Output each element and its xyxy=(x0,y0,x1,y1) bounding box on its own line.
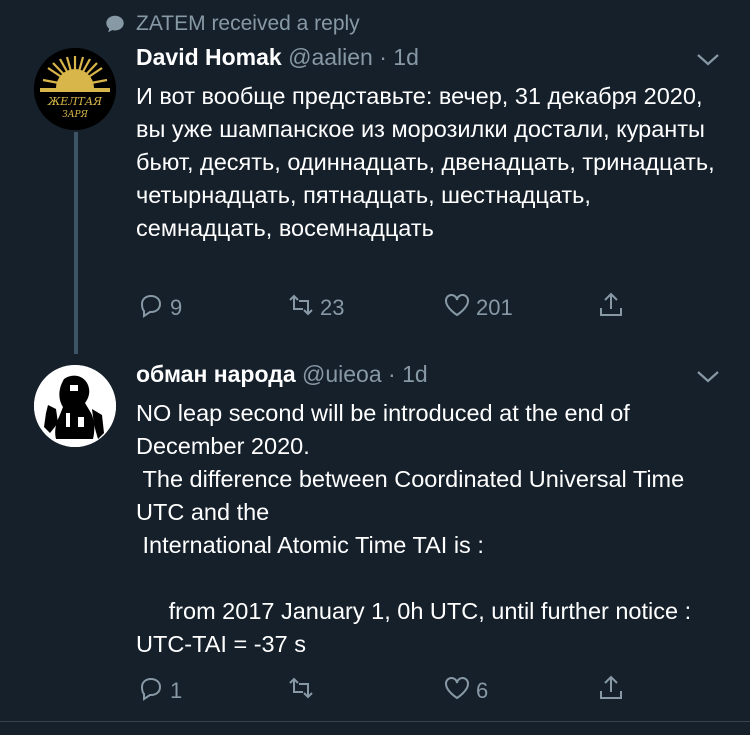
reply-icon xyxy=(136,290,166,326)
avatar-label-2: ЗАРЯ xyxy=(62,110,88,120)
share-button[interactable] xyxy=(596,290,626,326)
tweet-header: обман народа @uieoa · 1d xyxy=(136,361,428,388)
tweet-actions: 1 6 xyxy=(136,673,636,709)
avatar[interactable] xyxy=(34,365,116,447)
reply-context: ZATEM received a reply xyxy=(104,12,360,36)
retweet-button[interactable] xyxy=(286,673,320,709)
like-count: 201 xyxy=(476,295,513,320)
tweet-actions: 9 23 201 xyxy=(136,290,636,326)
reply-button[interactable]: 9 xyxy=(136,290,182,326)
display-name[interactable]: David Homak xyxy=(136,44,282,70)
share-icon xyxy=(596,673,626,709)
chevron-down-icon[interactable] xyxy=(696,52,720,68)
retweet-icon xyxy=(286,290,316,326)
share-button[interactable] xyxy=(596,673,626,709)
separator: · xyxy=(388,361,396,387)
display-name[interactable]: обман народа xyxy=(136,361,296,387)
retweet-count: 23 xyxy=(320,295,345,320)
share-icon xyxy=(596,290,626,326)
retweet-button[interactable]: 23 xyxy=(286,290,344,326)
like-button[interactable]: 6 xyxy=(442,673,488,709)
avatar[interactable]: ЖЕЛТАЯ ЗАРЯ xyxy=(34,48,116,130)
thread-line xyxy=(74,132,78,354)
tweet-text: И вот вообще представьте: вечер, 31 дека… xyxy=(136,83,722,241)
retweet-icon xyxy=(286,673,316,709)
tweet-text: NO leap second will be introduced at the… xyxy=(136,400,692,657)
like-count: 6 xyxy=(476,678,489,703)
timestamp[interactable]: 1d xyxy=(402,361,428,387)
heart-icon xyxy=(442,290,472,326)
timestamp[interactable]: 1d xyxy=(393,44,419,70)
reply-icon xyxy=(136,673,166,709)
reply-button[interactable]: 1 xyxy=(136,673,182,709)
reply-count: 1 xyxy=(170,678,183,703)
avatar-label-1: ЖЕЛТАЯ xyxy=(47,95,103,108)
separator: · xyxy=(379,44,387,70)
tweet-header: David Homak @aalien · 1d xyxy=(136,44,419,71)
reply-count: 9 xyxy=(170,295,183,320)
divider xyxy=(0,721,750,722)
like-button[interactable]: 201 xyxy=(442,290,513,326)
heart-icon xyxy=(442,673,472,709)
reply-context-text: ZATEM received a reply xyxy=(136,12,360,35)
chevron-down-icon[interactable] xyxy=(696,369,720,385)
user-handle[interactable]: @aalien xyxy=(288,44,373,70)
speech-bubble-icon xyxy=(104,13,126,35)
user-handle[interactable]: @uieoa xyxy=(302,361,382,387)
